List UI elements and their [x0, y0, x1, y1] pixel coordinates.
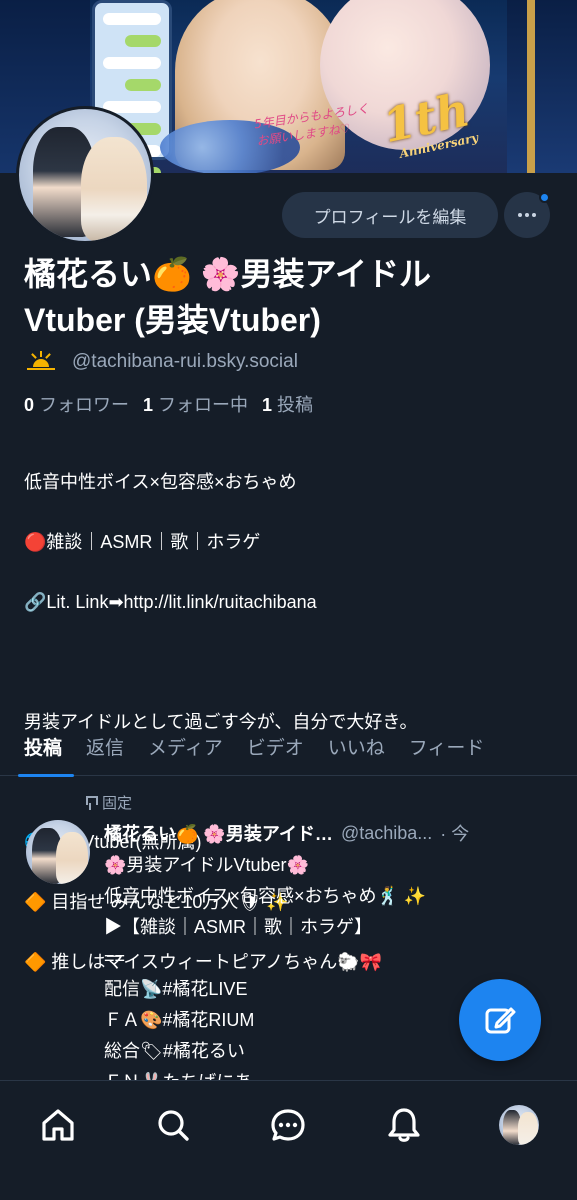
handle-row: @tachibana-rui.bsky.social: [24, 345, 298, 379]
tab-media[interactable]: メディア: [136, 718, 235, 776]
banner-anniversary: 1th Anniversary: [378, 81, 501, 172]
post-line: 低音中性ボイス×包容感×おちゃめ🕺 ✨: [104, 886, 427, 906]
post-line: ▶【雑談｜ASMR｜歌｜ホラゲ】: [104, 917, 373, 937]
post-author-avatar[interactable]: [26, 820, 90, 884]
more-options-button[interactable]: [504, 192, 550, 238]
compose-button[interactable]: [459, 979, 541, 1061]
banner-stage-right: [507, 0, 577, 173]
ellipsis-icon: [518, 213, 536, 217]
compose-icon: [485, 1007, 516, 1034]
tab-replies[interactable]: 返信: [74, 718, 136, 776]
tab-videos[interactable]: ビデオ: [235, 718, 316, 776]
bell-icon: [388, 1108, 420, 1142]
post-timestamp: · 今: [440, 824, 470, 844]
post-author-name[interactable]: 橘花るい🍊 🌸男装アイド…: [104, 820, 333, 846]
search-icon: [158, 1110, 189, 1141]
tab-feeds[interactable]: フィード: [397, 718, 497, 776]
notification-dot: [539, 192, 550, 203]
edit-profile-button[interactable]: プロフィールを編集: [282, 192, 498, 238]
profile-avatar-small: [499, 1105, 540, 1145]
nav-chat[interactable]: [258, 1103, 318, 1147]
profile-avatar[interactable]: [16, 106, 154, 244]
tab-posts[interactable]: 投稿: [0, 718, 75, 777]
profile-tabs: 投稿 返信 メディア ビデオ いいね フィード: [0, 718, 577, 777]
nav-search[interactable]: [143, 1103, 203, 1147]
nav-notifications[interactable]: [374, 1103, 434, 1147]
tab-likes[interactable]: いいね: [316, 718, 397, 776]
post-line: ==: [104, 948, 126, 968]
pinned-label: 固定: [102, 795, 133, 812]
home-icon: [42, 1109, 74, 1141]
bottom-navigation: [0, 1080, 577, 1200]
post-author-handle[interactable]: @tachiba...: [341, 823, 432, 844]
pin-icon: [84, 795, 98, 810]
chat-icon: [271, 1109, 306, 1141]
nav-home[interactable]: [28, 1103, 88, 1147]
bio-line: 低音中性ボイス×包容感×おちゃめ: [24, 472, 297, 492]
display-name-line1: 橘花るい🍊 🌸男装アイドル: [24, 256, 431, 292]
display-name-line2: Vtuber (男装Vtuber): [24, 302, 321, 338]
followers-stat[interactable]: 0 フォロワー: [24, 391, 129, 417]
post-line: 🌸男装アイドルVtuber🌸: [104, 855, 309, 875]
bio-link-line[interactable]: 🔗Lit. Link➡http://lit.link/ruitachibana: [24, 587, 564, 617]
bio-line: [24, 647, 564, 677]
bio-line: 🔴雑談｜ASMR｜歌｜ホラゲ: [24, 532, 261, 552]
profile-stats: 0 フォロワー 1 フォロー中 1 投稿: [24, 391, 313, 417]
nav-profile[interactable]: [489, 1103, 549, 1147]
pinned-indicator: 固定: [84, 792, 132, 813]
profile-handle: @tachibana-rui.bsky.social: [72, 351, 298, 372]
display-name: 橘花るい🍊 🌸男装アイドル Vtuber (男装Vtuber): [24, 251, 564, 343]
posts-stat: 1 投稿: [262, 395, 314, 415]
sunrise-icon: [24, 347, 58, 377]
post-header: 橘花るい🍊 🌸男装アイド… @tachiba... · 今: [104, 818, 564, 848]
following-stat[interactable]: 1 フォロー中: [143, 391, 248, 417]
